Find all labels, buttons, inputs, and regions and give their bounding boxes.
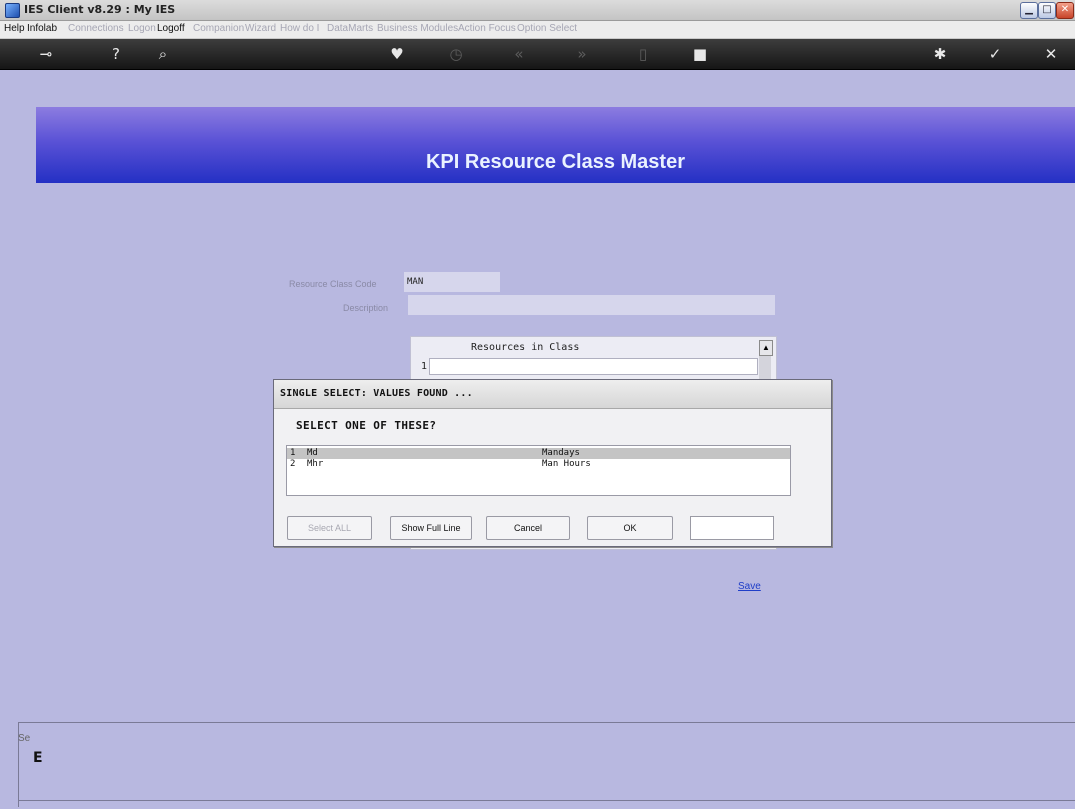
minimize-button[interactable]: ▁ — [1020, 2, 1038, 19]
menu-companion[interactable]: Companion — [193, 23, 244, 34]
menu-logoff[interactable]: Logoff — [157, 23, 185, 34]
page-title: KPI Resource Class Master — [425, 151, 685, 173]
list-item-code: Md — [307, 448, 318, 458]
resources-row-number: 1 — [421, 361, 428, 372]
side-panel-divider — [18, 800, 1075, 801]
side-panel-icon: E — [33, 750, 43, 766]
list-item[interactable]: 2 Mhr Man Hours — [287, 459, 790, 470]
filter-input[interactable] — [690, 516, 774, 540]
description-label: Description — [343, 303, 389, 313]
dialog-prompt: SELECT ONE OF THESE? — [296, 419, 437, 432]
rewind-icon[interactable]: « — [509, 44, 529, 64]
dialog-title-bar: SINGLE SELECT: VALUES FOUND ... — [274, 380, 831, 409]
resource-class-code-label: Resource Class Code — [289, 279, 377, 289]
forward-icon[interactable]: » — [572, 44, 592, 64]
title-bar: IES Client v8.29 : My IES ▁ □ ✕ — [0, 0, 1075, 21]
app-window: IES Client v8.29 : My IES ▁ □ ✕ Help Inf… — [0, 0, 1075, 809]
menu-wizard[interactable]: Wizard — [245, 23, 276, 34]
list-item-description: Mandays — [542, 448, 580, 458]
resources-row-input[interactable] — [429, 358, 758, 375]
clock-icon[interactable]: ◷ — [446, 44, 466, 64]
select-all-button[interactable]: Select ALL — [287, 516, 372, 540]
resource-class-code-field[interactable]: MAN — [404, 272, 500, 292]
menu-connections[interactable]: Connections — [68, 23, 124, 34]
show-full-line-button[interactable]: Show Full Line — [390, 516, 472, 540]
scroll-up-icon[interactable]: ▲ — [759, 340, 773, 356]
menu-action-focus[interactable]: Action Focus — [458, 23, 516, 34]
menu-option-select[interactable]: Option Select — [517, 23, 577, 34]
app-icon — [5, 3, 20, 18]
list-item-number: 2 — [290, 459, 296, 469]
page-icon[interactable]: ▯ — [633, 44, 653, 64]
resources-header: Resources in Class — [471, 342, 580, 353]
toolbar: ⊸ ? ⌕ ♥ ◷ « » ▯ ■ ✱ ✓ ✕ — [0, 39, 1075, 70]
list-item[interactable]: 1 Md Mandays — [287, 448, 790, 459]
side-tab-label[interactable]: Se — [18, 733, 30, 744]
side-panel-frame — [18, 722, 1075, 807]
save-link[interactable]: Save — [738, 581, 761, 592]
help-icon[interactable]: ? — [106, 44, 126, 64]
resource-class-code-value: MAN — [407, 277, 424, 287]
values-list: 1 Md Mandays 2 Mhr Man Hours — [286, 445, 791, 496]
page-banner: KPI Resource Class Master — [36, 107, 1075, 183]
menu-how-do-i[interactable]: How do I — [280, 23, 319, 34]
menu-bar: Help Infolab Connections Logon Logoff Co… — [0, 21, 1075, 39]
cancel-button[interactable]: Cancel — [486, 516, 570, 540]
single-select-dialog: SINGLE SELECT: VALUES FOUND ... SELECT O… — [273, 379, 832, 547]
menu-infolab[interactable]: Infolab — [27, 23, 57, 34]
menu-help[interactable]: Help — [4, 23, 25, 34]
maximize-button[interactable]: □ — [1038, 2, 1056, 19]
close-window-button[interactable]: ✕ — [1056, 2, 1074, 19]
key-icon[interactable]: ⊸ — [36, 44, 56, 64]
ok-button[interactable]: OK — [587, 516, 673, 540]
list-item-code: Mhr — [307, 459, 324, 469]
menu-logon[interactable]: Logon — [128, 23, 156, 34]
list-item-description: Man Hours — [542, 459, 591, 469]
menu-datamarts[interactable]: DataMarts — [327, 23, 373, 34]
window-title: IES Client v8.29 : My IES — [24, 3, 176, 16]
menu-business-modules[interactable]: Business Modules — [377, 23, 458, 34]
stop-icon[interactable]: ■ — [690, 44, 710, 64]
description-field[interactable] — [408, 295, 775, 315]
gear-icon[interactable]: ✱ — [930, 44, 950, 64]
heart-icon[interactable]: ♥ — [387, 44, 407, 64]
list-item-number: 1 — [290, 448, 296, 458]
dialog-title: SINGLE SELECT: VALUES FOUND ... — [280, 388, 473, 399]
close-icon[interactable]: ✕ — [1041, 44, 1061, 64]
search-icon[interactable]: ⌕ — [153, 44, 173, 64]
check-icon[interactable]: ✓ — [985, 44, 1005, 64]
